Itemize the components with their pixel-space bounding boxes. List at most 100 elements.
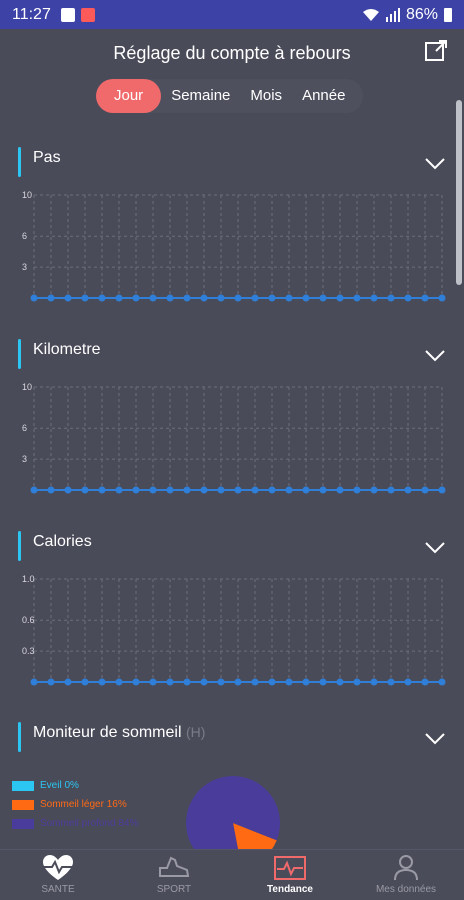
- data-point: [421, 486, 429, 494]
- data-point: [336, 486, 344, 494]
- chart-kilometre-svg: 10 6 3: [22, 382, 446, 494]
- heart-pulse-icon: [43, 855, 73, 880]
- data-point: [132, 486, 140, 494]
- data-point: [200, 678, 208, 686]
- data-point: [115, 678, 123, 686]
- y-tick-label: 0.6: [22, 615, 35, 625]
- data-point: [149, 678, 157, 686]
- data-point: [115, 294, 123, 302]
- page-title: Réglage du compte à rebours: [113, 42, 351, 63]
- chart-calories-svg: 1.0 0.6 0.3: [22, 574, 446, 686]
- nav-mes-donnees[interactable]: Mes données: [348, 850, 464, 900]
- data-point: [217, 294, 225, 302]
- shoe-icon: [159, 856, 190, 877]
- bottom-nav: SANTE SPORT Tendance Mes données: [0, 849, 464, 900]
- data-point: [81, 486, 89, 494]
- data-point: [302, 678, 310, 686]
- data-point: [438, 486, 446, 494]
- data-point: [217, 678, 225, 686]
- data-point: [30, 294, 38, 302]
- data-point: [285, 678, 293, 686]
- data-point: [30, 486, 38, 494]
- data-point: [285, 294, 293, 302]
- data-point: [336, 678, 344, 686]
- section-accent: [18, 722, 21, 752]
- data-point: [132, 294, 140, 302]
- y-tick-label: 10: [22, 190, 32, 200]
- legend-item: Sommeil léger 16%: [12, 796, 138, 813]
- battery-icon: [444, 7, 452, 22]
- section-title-calories: Calories: [33, 533, 92, 550]
- data-point: [353, 678, 361, 686]
- y-tick-label: 6: [22, 231, 27, 241]
- data-point: [234, 294, 242, 302]
- data-point: [30, 678, 38, 686]
- y-tick-label: 3: [22, 454, 27, 464]
- data-point: [132, 678, 140, 686]
- chart-kilometre: 10 6 3: [0, 377, 464, 502]
- data-point: [353, 294, 361, 302]
- y-tick-label: 10: [22, 382, 32, 392]
- wifi-icon: [362, 8, 379, 21]
- data-point: [404, 678, 412, 686]
- nav-tendance[interactable]: Tendance: [232, 850, 348, 900]
- legend-swatch: [12, 780, 34, 791]
- data-point: [336, 294, 344, 302]
- data-point: [370, 678, 378, 686]
- section-title-kilometre: Kilometre: [33, 341, 101, 358]
- data-point: [234, 678, 242, 686]
- section-unit: (H): [185, 724, 206, 740]
- data-point: [319, 294, 327, 302]
- data-point: [149, 294, 157, 302]
- chevron-down-icon[interactable]: [424, 157, 446, 171]
- data-point: [251, 486, 259, 494]
- section-title-sommeil: Moniteur de sommeil (H): [33, 724, 205, 742]
- data-point: [251, 678, 259, 686]
- data-point: [149, 486, 157, 494]
- data-point: [404, 294, 412, 302]
- nav-sport[interactable]: SPORT: [116, 850, 232, 900]
- section-title-sommeil-text: Moniteur de sommeil: [33, 724, 182, 741]
- data-point: [115, 486, 123, 494]
- notification-icon: [60, 7, 75, 22]
- data-point: [285, 486, 293, 494]
- chart-pas-svg: 10 6 3: [22, 190, 446, 302]
- data-point: [64, 486, 72, 494]
- data-point: [200, 294, 208, 302]
- data-point: [217, 486, 225, 494]
- chevron-down-icon[interactable]: [424, 541, 446, 555]
- legend-item: Eveil 0%: [12, 777, 138, 794]
- data-point: [251, 294, 259, 302]
- tab-semaine[interactable]: Semaine: [161, 79, 240, 113]
- tab-annee[interactable]: Année: [292, 79, 355, 113]
- data-point: [370, 486, 378, 494]
- header: Réglage du compte à rebours: [0, 29, 464, 77]
- data-point: [319, 486, 327, 494]
- data-point: [183, 294, 191, 302]
- alert-icon: [80, 7, 95, 22]
- nav-label: Mes données: [375, 884, 437, 895]
- section-accent: [18, 531, 21, 561]
- data-point: [268, 486, 276, 494]
- chevron-down-icon[interactable]: [424, 732, 446, 746]
- tab-jour[interactable]: Jour: [96, 79, 162, 113]
- data-point: [166, 678, 174, 686]
- legend-swatch: [12, 799, 34, 810]
- chart-calories: 1.0 0.6 0.3: [0, 569, 464, 694]
- data-point: [268, 294, 276, 302]
- data-point: [166, 294, 174, 302]
- legend-swatch: [12, 818, 34, 829]
- share-icon[interactable]: [424, 39, 448, 63]
- data-point: [370, 294, 378, 302]
- data-point: [81, 678, 89, 686]
- data-point: [387, 678, 395, 686]
- chevron-down-icon[interactable]: [424, 349, 446, 363]
- tab-mois[interactable]: Mois: [240, 79, 292, 113]
- data-point: [98, 678, 106, 686]
- data-point: [387, 294, 395, 302]
- data-point: [183, 486, 191, 494]
- period-tabs: Jour Semaine Mois Année: [96, 79, 364, 113]
- data-point: [438, 678, 446, 686]
- legend-label: Sommeil léger 16%: [40, 799, 127, 810]
- nav-sante[interactable]: SANTE: [0, 850, 116, 900]
